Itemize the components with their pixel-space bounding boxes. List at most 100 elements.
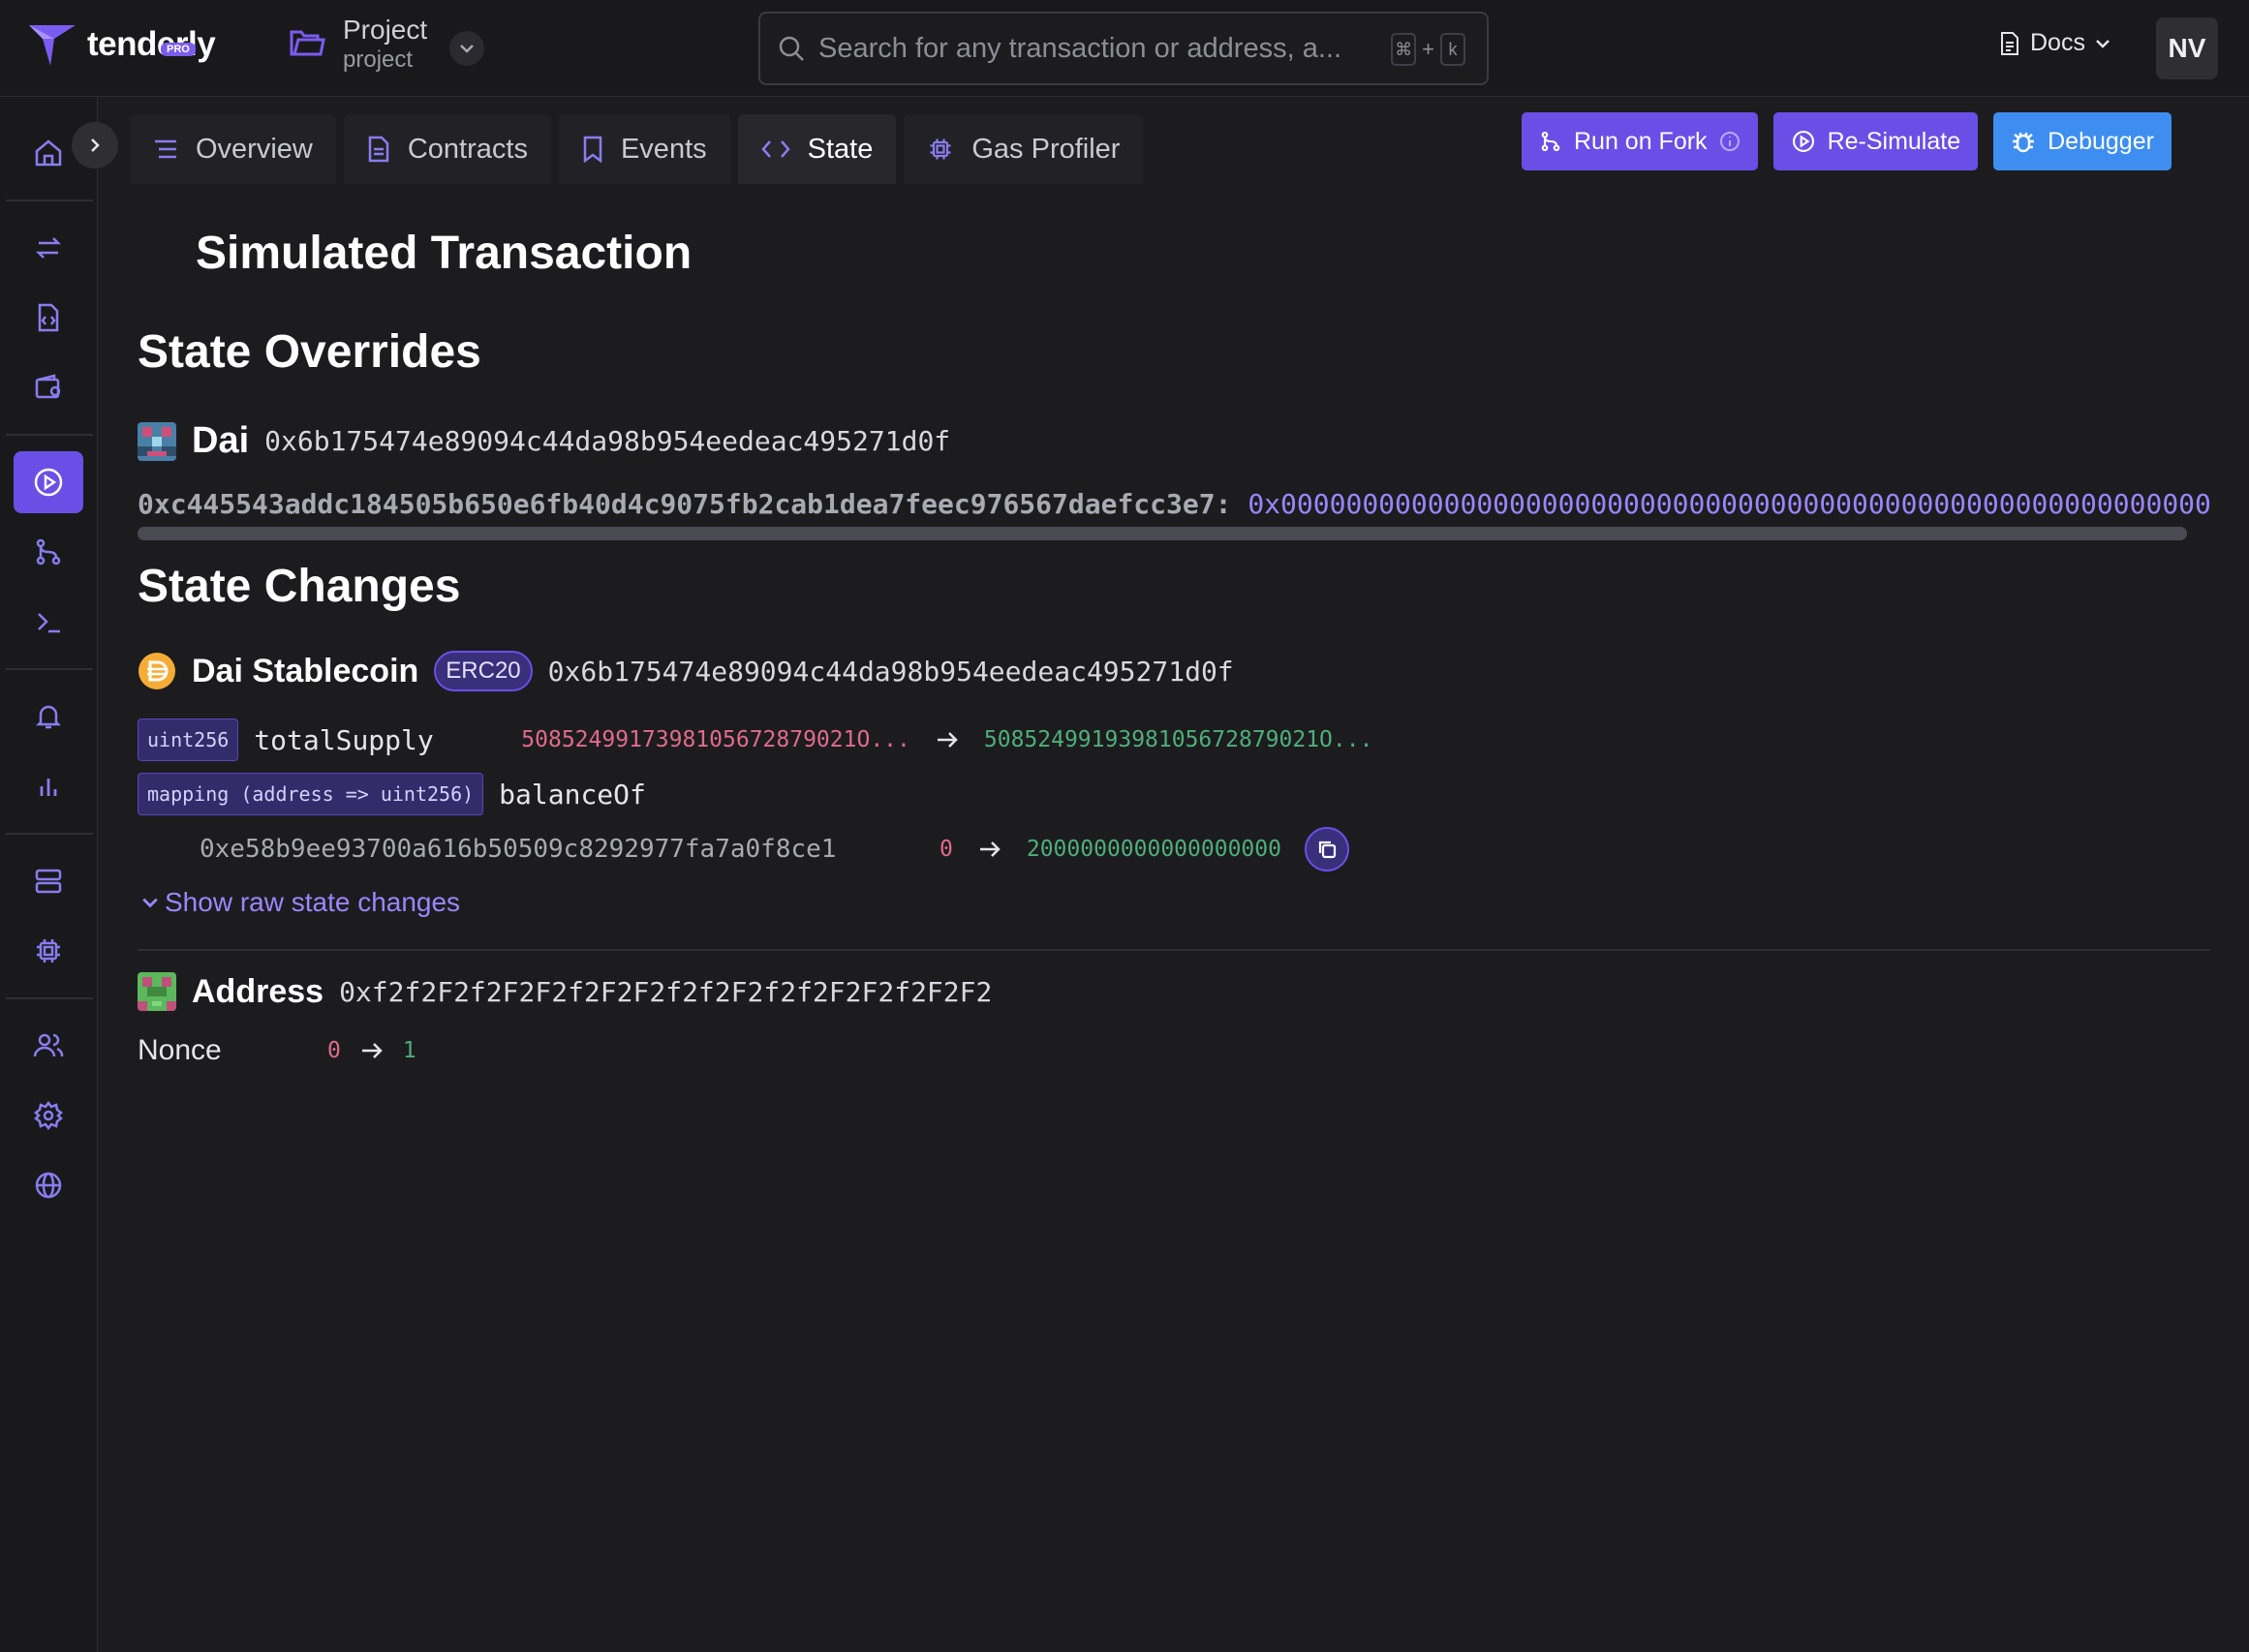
re-simulate-label: Re-Simulate: [1827, 127, 1961, 155]
play-circle-icon: [34, 468, 63, 497]
search-shortcut: ⌘ + k: [1391, 33, 1465, 66]
sidebar-item-simulator[interactable]: [14, 451, 83, 513]
arrow-right-icon: [978, 840, 1001, 859]
sidebar-item-testnets[interactable]: [14, 591, 83, 653]
sidebar-item-team[interactable]: [14, 1015, 83, 1077]
project-dropdown-button[interactable]: [449, 31, 484, 66]
section-divider: [138, 949, 2210, 951]
gear-icon: [34, 1100, 63, 1131]
project-title: Project: [343, 15, 428, 45]
sidebar-item-web3-actions[interactable]: [14, 920, 83, 982]
sidebar-item-forks[interactable]: [14, 521, 83, 583]
globe-icon: [35, 1172, 62, 1199]
tab-label: Events: [620, 133, 707, 165]
brand-name: tenderly: [87, 25, 216, 63]
plan-badge: PRO: [161, 43, 196, 56]
code-icon: [760, 140, 790, 158]
shortcut-mod-key: ⌘: [1391, 33, 1417, 66]
address-identicon-icon: [138, 972, 176, 1011]
sidebar-divider: [6, 434, 93, 436]
re-simulate-button[interactable]: Re-Simulate: [1772, 112, 1979, 170]
new-value: 5085249919398105672879021O...: [983, 727, 1373, 752]
chevron-right-icon: [91, 138, 100, 152]
mapping-entry-row: 0xe58b9ee93700a616b50509c8292977fa7a0f8c…: [200, 827, 1349, 872]
users-icon: [33, 1033, 64, 1057]
state-var-row: uint256 totalSupply 50852499173981056728…: [138, 719, 1372, 761]
state-changes-heading: State Changes: [138, 561, 461, 612]
sidebar-divider: [6, 997, 93, 999]
chevron-down-icon: [2096, 39, 2110, 48]
tab-events[interactable]: Events: [558, 114, 730, 184]
address-entry-header: Address 0xf2f2F2f2F2F2f2F2F2f2f2F2f2f2F2…: [138, 972, 992, 1011]
sidebar-item-analytics[interactable]: [14, 755, 83, 817]
sidebar-item-alerts[interactable]: [14, 686, 83, 748]
search-placeholder: Search for any transaction or address, a…: [818, 32, 1341, 64]
old-value: 0: [940, 837, 953, 862]
copy-icon: [1318, 841, 1337, 859]
sidebar-divider: [6, 833, 93, 835]
simulation-actions: Run on Fork Re-Simulate Debugger: [1522, 112, 2172, 170]
tab-overview[interactable]: Overview: [130, 114, 336, 184]
shortcut-k-key: k: [1440, 33, 1465, 66]
chevron-down-icon: [142, 898, 158, 908]
bar-chart-icon: [40, 779, 57, 796]
project-subtitle: project: [343, 46, 414, 73]
server-icon: [35, 869, 62, 894]
changed-contract-address[interactable]: 0x6b175474e89094c44da98b954eedeac495271d…: [548, 656, 1234, 688]
address-value[interactable]: 0xf2f2F2f2F2F2f2F2F2f2f2F2f2f2F2F2f2F2F2: [339, 976, 992, 1008]
dai-token-icon: [139, 653, 175, 689]
sidebar-item-transactions[interactable]: [14, 217, 83, 279]
tab-gas-profiler[interactable]: Gas Profiler: [904, 114, 1144, 184]
old-value: 5085249917398105672879021O...: [521, 727, 910, 752]
chip-icon: [37, 939, 60, 963]
override-contract-header: Dai 0x6b175474e89094c44da98b954eedeac495…: [138, 420, 950, 462]
bug-icon: [2013, 133, 2035, 153]
debugger-label: Debugger: [2048, 127, 2154, 155]
play-circle-icon: [1792, 130, 1814, 153]
show-raw-state-changes-link[interactable]: Show raw state changes: [141, 887, 460, 918]
sidebar-expand-button[interactable]: [72, 122, 118, 168]
override-slot: 0xc445543addc184505b650e6fb40d4c9075fb2c…: [138, 488, 1232, 520]
sidebar-item-settings[interactable]: [14, 1085, 83, 1147]
arrow-right-icon: [360, 1041, 384, 1060]
docs-menu[interactable]: Docs: [1999, 29, 2110, 57]
user-avatar[interactable]: NV: [2156, 17, 2218, 79]
address-label: Address: [192, 972, 324, 1010]
mapping-key[interactable]: 0xe58b9ee93700a616b50509c8292977fa7a0f8c…: [200, 835, 940, 864]
changed-contract-name[interactable]: Dai Stablecoin: [192, 653, 418, 690]
override-contract-address[interactable]: 0x6b175474e89094c44da98b954eedeac495271d…: [264, 425, 950, 457]
tab-contracts[interactable]: Contracts: [343, 114, 551, 184]
override-contract-name[interactable]: Dai: [192, 420, 249, 462]
state-content: Simulated Transaction State Overrides Da…: [99, 184, 2249, 1652]
sidebar-item-networks[interactable]: [14, 1154, 83, 1216]
sidebar-item-nodes[interactable]: [14, 850, 83, 912]
sidebar-item-wallets[interactable]: [14, 356, 83, 418]
run-on-fork-button[interactable]: Run on Fork: [1522, 112, 1758, 170]
wallet-icon: [35, 374, 61, 399]
old-value: 0: [327, 1038, 341, 1063]
project-selector[interactable]: Project project: [289, 14, 427, 74]
dai-identicon-icon: [138, 421, 176, 461]
terminal-icon: [38, 613, 60, 633]
top-bar: tenderly PRO Project project Search for …: [0, 0, 2249, 97]
override-storage-entry: 0xc445543addc184505b650e6fb40d4c9075fb2c…: [138, 488, 2210, 520]
new-value: 2000000000000000000: [1026, 837, 1281, 862]
sidebar-item-contracts[interactable]: [14, 287, 83, 349]
var-type-tag: mapping (address => uint256): [138, 773, 484, 815]
transaction-tabs: Overview Contracts Events State Gas Prof…: [130, 114, 1144, 184]
page-title: Simulated Transaction: [196, 228, 693, 279]
var-type-tag: uint256: [138, 719, 239, 761]
copy-button[interactable]: [1304, 827, 1349, 872]
file-icon: [368, 136, 389, 163]
state-var-row: mapping (address => uint256) balanceOf: [138, 773, 646, 815]
file-code-icon: [38, 303, 59, 332]
raw-link-label: Show raw state changes: [165, 887, 461, 917]
tenderly-logo-icon: [29, 25, 76, 66]
search-input[interactable]: Search for any transaction or address, a…: [758, 12, 1489, 85]
tab-label: Overview: [196, 133, 313, 165]
info-icon: [1719, 132, 1740, 151]
tab-state[interactable]: State: [737, 114, 897, 184]
override-value: 0x00000000000000000000000000000000000000…: [1248, 488, 2210, 520]
horizontal-scrollbar[interactable]: [138, 527, 2187, 540]
debugger-button[interactable]: Debugger: [1993, 112, 2172, 170]
